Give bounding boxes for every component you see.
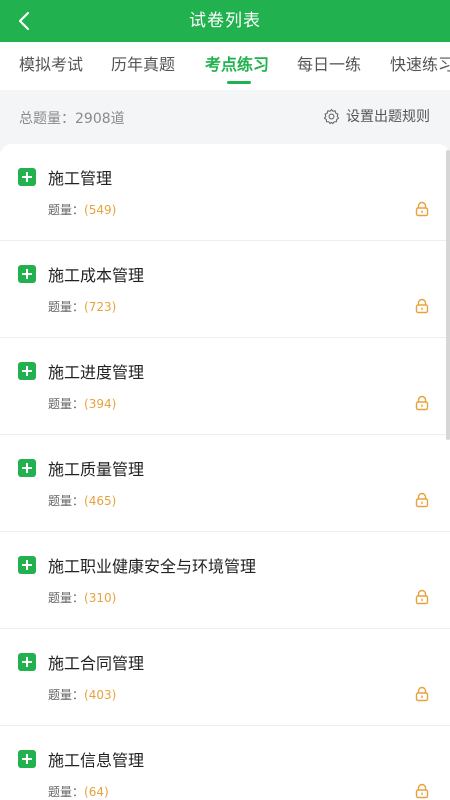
count-prefix: 题量：	[48, 785, 85, 799]
item-title: 施工信息管理	[48, 751, 145, 770]
list-item[interactable]: 施工质量管理 题量：(465)	[0, 435, 450, 532]
item-title: 施工职业健康安全与环境管理	[48, 557, 257, 576]
lock-icon	[415, 492, 429, 508]
item-title: 施工进度管理	[48, 363, 145, 382]
list-item[interactable]: 施工成本管理 题量：(723)	[0, 241, 450, 338]
tab-daily-practice[interactable]: 每日一练	[297, 42, 361, 88]
count-prefix: 题量：	[48, 397, 85, 411]
lock-icon	[415, 589, 429, 605]
list-item[interactable]: 施工信息管理 题量：(64)	[0, 726, 450, 800]
tab-mock-exam[interactable]: 模拟考试	[19, 42, 83, 88]
gear-icon	[323, 108, 340, 124]
plus-icon[interactable]	[18, 750, 36, 768]
list-item[interactable]: 施工职业健康安全与环境管理 题量：(310)	[0, 532, 450, 629]
plus-icon[interactable]	[18, 653, 36, 671]
item-question-count: 题量：(403)	[48, 686, 116, 703]
lock-icon	[415, 298, 429, 314]
count-value: (549)	[84, 203, 117, 217]
list-scrollbar[interactable]	[446, 150, 450, 440]
lock-icon	[415, 783, 429, 799]
tab-past-papers[interactable]: 历年真题	[111, 42, 175, 88]
count-value: (310)	[84, 591, 117, 605]
page-title: 试卷列表	[189, 11, 261, 31]
lock-icon	[415, 201, 429, 217]
item-title: 施工管理	[48, 169, 113, 188]
settings-label: 设置出题规则	[346, 109, 430, 125]
item-question-count: 题量：(723)	[48, 298, 116, 315]
item-question-count: 题量：(64)	[48, 783, 109, 800]
total-question-count: 总题量：2908道	[19, 111, 125, 127]
plus-icon[interactable]	[18, 265, 36, 283]
item-question-count: 题量：(549)	[48, 201, 116, 218]
item-title: 施工成本管理	[48, 266, 145, 285]
list-item[interactable]: 施工合同管理 题量：(403)	[0, 629, 450, 726]
item-question-count: 题量：(310)	[48, 589, 116, 606]
count-prefix: 题量：	[48, 203, 85, 217]
plus-icon[interactable]	[18, 362, 36, 380]
set-question-rules-button[interactable]: 设置出题规则	[323, 106, 430, 126]
plus-icon[interactable]	[18, 168, 36, 186]
plus-icon[interactable]	[18, 459, 36, 477]
app-header: 试卷列表	[0, 0, 450, 42]
count-prefix: 题量：	[48, 300, 85, 314]
item-question-count: 题量：(394)	[48, 395, 116, 412]
list-item[interactable]: 施工管理 题量：(549)	[0, 144, 450, 241]
tab-quick-practice[interactable]: 快速练习	[390, 42, 450, 88]
count-prefix: 题量：	[48, 494, 85, 508]
lock-icon	[415, 395, 429, 411]
item-title: 施工合同管理	[48, 654, 145, 673]
count-prefix: 题量：	[48, 688, 85, 702]
count-value: (465)	[84, 494, 117, 508]
plus-icon[interactable]	[18, 556, 36, 574]
lock-icon	[415, 686, 429, 702]
summary-bar: 总题量：2908道 设置出题规则	[0, 90, 450, 144]
item-question-count: 题量：(465)	[48, 492, 116, 509]
count-prefix: 题量：	[48, 591, 85, 605]
count-value: (64)	[84, 785, 109, 799]
topic-list: 施工管理 题量：(549) 施工成本管理 题量：(723) 施工进度管理 题量：…	[0, 144, 450, 800]
count-value: (403)	[84, 688, 117, 702]
count-value: (394)	[84, 397, 117, 411]
item-title: 施工质量管理	[48, 460, 145, 479]
active-tab-indicator	[227, 81, 251, 84]
list-item[interactable]: 施工进度管理 题量：(394)	[0, 338, 450, 435]
count-value: (723)	[84, 300, 117, 314]
category-tabs: 模拟考试 历年真题 考点练习 每日一练 快速练习	[0, 42, 450, 90]
